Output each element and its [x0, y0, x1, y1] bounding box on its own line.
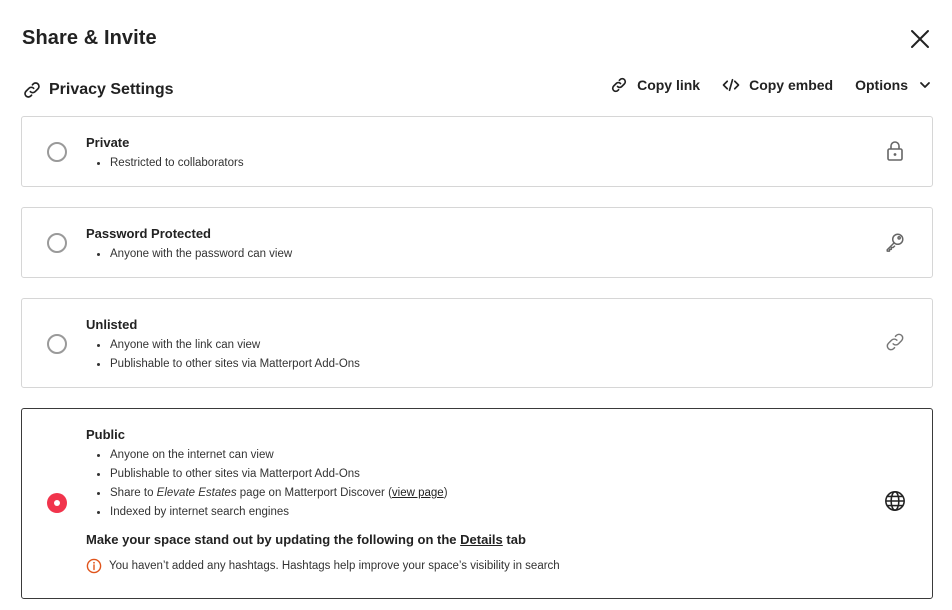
- copy-embed-label: Copy embed: [749, 77, 834, 93]
- radio-unlisted[interactable]: [47, 334, 67, 354]
- copy-link-label: Copy link: [637, 77, 701, 93]
- share-actions: Copy link Copy embed Options: [610, 76, 932, 94]
- privacy-option-private[interactable]: Private Restricted to collaborators: [21, 116, 933, 187]
- option-bullet: Restricted to collaborators: [86, 154, 244, 173]
- privacy-option-public[interactable]: Public Anyone on the internet can view P…: [21, 408, 933, 599]
- share-middle: page on Matterport Discover (: [236, 487, 392, 499]
- link-icon: [883, 330, 907, 354]
- copy-embed-button[interactable]: Copy embed: [722, 76, 833, 94]
- hashtag-warning: You haven’t added any hashtags. Hashtags…: [86, 558, 560, 574]
- options-dropdown[interactable]: Options: [855, 77, 932, 93]
- code-icon: [722, 76, 740, 94]
- link-icon: [22, 80, 42, 100]
- options-label: Options: [855, 77, 908, 93]
- link-icon: [610, 76, 628, 94]
- space-owner-name: Elevate Estates: [156, 487, 237, 499]
- details-cta: Make your space stand out by updating th…: [86, 532, 560, 548]
- cta-text: Make your space stand out by updating th…: [86, 532, 461, 547]
- privacy-option-password-protected[interactable]: Password Protected Anyone with the passw…: [21, 207, 933, 278]
- dialog-title: Share & Invite: [22, 27, 157, 49]
- chevron-down-icon: [918, 78, 932, 92]
- cta-suffix: tab: [502, 532, 526, 547]
- option-title: Password Protected: [86, 226, 211, 241]
- globe-icon: [883, 489, 907, 513]
- option-bullet: Publishable to other sites via Matterpor…: [86, 355, 360, 374]
- option-title: Unlisted: [86, 317, 138, 332]
- lock-icon: [883, 139, 907, 163]
- privacy-settings-header: Privacy Settings: [22, 80, 174, 100]
- option-title: Private: [86, 135, 130, 150]
- info-icon: [86, 558, 102, 574]
- option-bullet: Indexed by internet search engines: [86, 503, 560, 522]
- radio-password-protected[interactable]: [47, 233, 67, 253]
- option-bullet-share: Share to Elevate Estates page on Matterp…: [86, 484, 560, 503]
- view-page-link[interactable]: view page: [392, 487, 444, 499]
- radio-private[interactable]: [47, 142, 67, 162]
- close-icon: [911, 30, 929, 48]
- option-bullet: Anyone with the link can view: [86, 336, 360, 355]
- key-icon: [883, 230, 907, 254]
- close-button[interactable]: [908, 27, 932, 51]
- share-prefix: Share to: [110, 487, 157, 499]
- copy-link-button[interactable]: Copy link: [610, 76, 700, 94]
- hashtag-warning-text: You haven’t added any hashtags. Hashtags…: [109, 560, 560, 572]
- option-bullet: Anyone with the password can view: [86, 245, 292, 264]
- option-bullet: Publishable to other sites via Matterpor…: [86, 465, 560, 484]
- details-tab-link[interactable]: Details: [460, 532, 503, 547]
- option-bullet: Anyone on the internet can view: [86, 446, 560, 465]
- radio-public[interactable]: [47, 493, 67, 513]
- option-title: Public: [86, 427, 126, 442]
- privacy-settings-title: Privacy Settings: [49, 81, 174, 98]
- privacy-option-unlisted[interactable]: Unlisted Anyone with the link can view P…: [21, 298, 933, 388]
- share-suffix: ): [443, 487, 448, 499]
